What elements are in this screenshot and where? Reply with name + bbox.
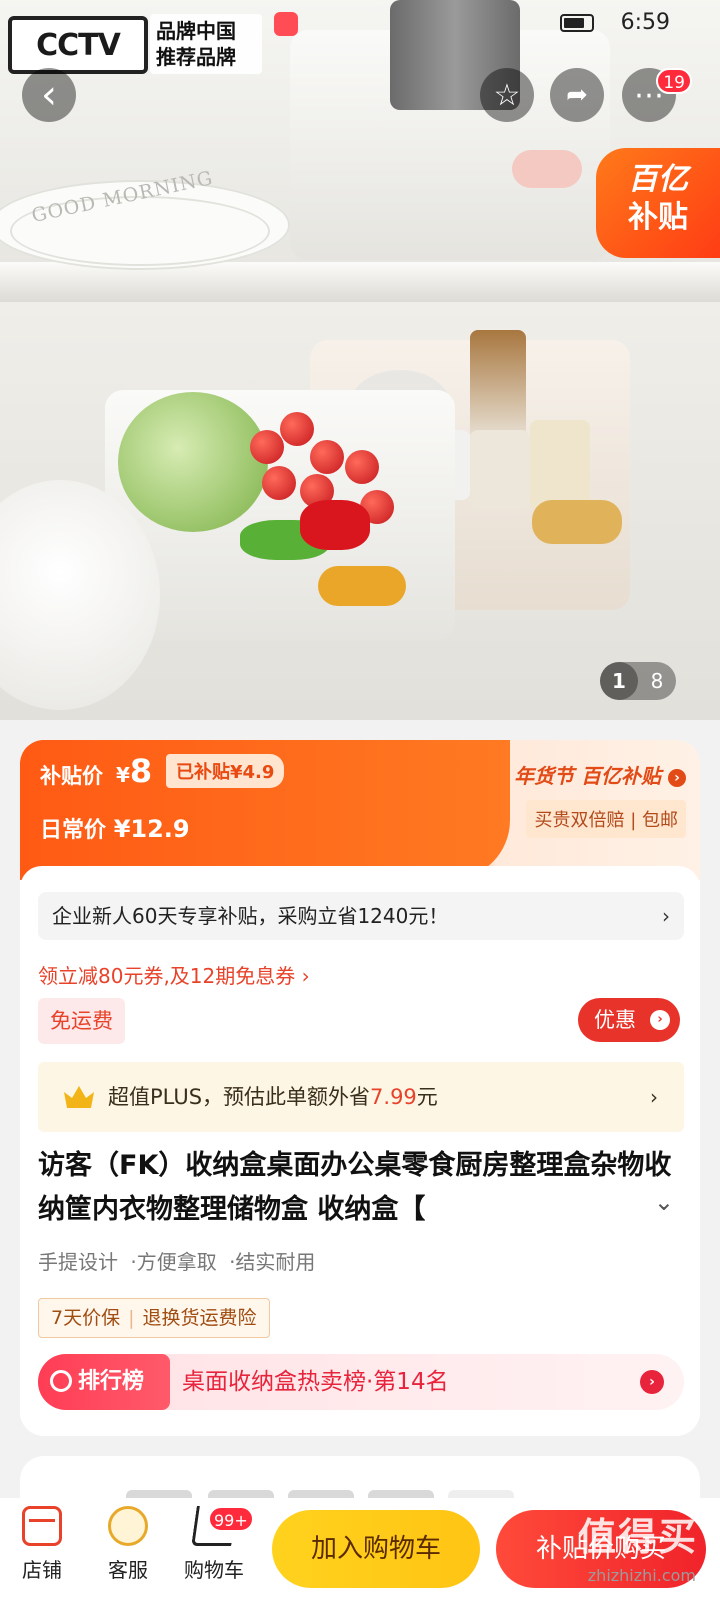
cart-count-badge: 99+ bbox=[208, 1506, 254, 1532]
image-pager: 1 8 bbox=[600, 662, 676, 700]
image-bottle bbox=[470, 330, 526, 440]
brand-badge-line1: 品牌中国 bbox=[156, 19, 236, 43]
status-time: 6:59 bbox=[620, 10, 670, 35]
product-title: 访客（FK）收纳盒桌面办公桌零食厨房整理盒杂物收纳筐内衣物整理储物盒 收纳盒【 bbox=[38, 1150, 672, 1225]
pager-total: 8 bbox=[650, 669, 664, 693]
subsidy-price-value: 8 bbox=[129, 752, 153, 790]
daily-price: 日常价 ¥12.9 bbox=[40, 812, 190, 844]
product-info-card: 补贴价 ¥8 已补贴¥4.9 日常价 ¥12.9 年货节 百亿补贴 › 买贵双倍… bbox=[20, 740, 700, 1436]
favorite-button[interactable]: ☆ bbox=[480, 68, 534, 122]
chevron-right-icon: › bbox=[650, 1010, 670, 1030]
price-promise: 买贵双倍赔 | 包邮 bbox=[526, 800, 686, 838]
customer-service-tab[interactable]: 客服 bbox=[88, 1506, 168, 1583]
chevron-right-icon: › bbox=[668, 768, 686, 787]
watermark-url: zhizhizhi.com bbox=[587, 1566, 696, 1585]
image-tomato bbox=[262, 466, 296, 500]
ranking-tag-label: 排行榜 bbox=[78, 1369, 145, 1394]
discount-button[interactable]: 优惠 › bbox=[578, 998, 680, 1042]
message-count-badge: 19 bbox=[656, 68, 692, 94]
festival-subsidy-link[interactable]: 年货节 百亿补贴 › bbox=[514, 760, 686, 789]
brand-badge-line2: 推荐品牌 bbox=[156, 45, 236, 69]
share-icon: ➦ bbox=[566, 80, 588, 110]
store-tab[interactable]: 店铺 bbox=[2, 1506, 82, 1583]
ranking-banner[interactable]: 排行榜 桌面收纳盒热卖榜·第14名 › bbox=[38, 1354, 684, 1410]
selling-point: ·结实耐用 bbox=[229, 1250, 316, 1274]
sticker-line1: 百亿 bbox=[628, 162, 688, 197]
enterprise-subsidy-banner[interactable]: 企业新人60天专享补贴，采购立省1240元！ › bbox=[38, 892, 684, 940]
image-tomato bbox=[250, 430, 284, 464]
image-bottle bbox=[470, 430, 530, 510]
share-button[interactable]: ➦ bbox=[550, 68, 604, 122]
chevron-left-icon: ‹ bbox=[41, 72, 57, 118]
subsidy-chip: 已补贴¥4.9 bbox=[166, 754, 285, 788]
divider: | bbox=[128, 1307, 135, 1329]
image-bottle bbox=[530, 420, 590, 510]
subsidy-sticker: 百亿 补贴 bbox=[596, 148, 720, 258]
expand-title-icon[interactable]: ⌄ bbox=[654, 1188, 674, 1216]
image-pepper bbox=[300, 500, 370, 550]
plus-amount: 7.99 bbox=[370, 1085, 417, 1109]
sticker-line2: 补贴 bbox=[628, 200, 688, 235]
crown-icon bbox=[64, 1086, 94, 1108]
plus-prefix: 超值PLUS，预估此单额外省 bbox=[108, 1085, 371, 1109]
guarantee-return-insurance: 退换货运费险 bbox=[142, 1307, 257, 1329]
chevron-right-icon: › bbox=[662, 904, 670, 928]
cctv-logo: CCTV bbox=[8, 16, 148, 74]
pager-current: 1 bbox=[600, 662, 638, 700]
store-label: 店铺 bbox=[22, 1558, 62, 1582]
trophy-icon bbox=[50, 1370, 72, 1392]
image-tomato bbox=[345, 450, 379, 484]
subsidy-price: ¥8 bbox=[116, 752, 152, 790]
subsidy-price-label: 补贴价 bbox=[40, 764, 103, 788]
selling-point: ·方便拿取 bbox=[130, 1250, 217, 1274]
image-tomato bbox=[310, 440, 344, 474]
chevron-right-icon: › bbox=[650, 1085, 658, 1109]
add-to-cart-button[interactable]: 加入购物车 bbox=[272, 1510, 480, 1588]
watermark-logo: 值得买 bbox=[577, 1515, 698, 1559]
service-label: 客服 bbox=[108, 1558, 148, 1582]
store-icon bbox=[22, 1506, 62, 1546]
coupon-link[interactable]: 领立减80元券,及12期免息券 › bbox=[38, 960, 310, 989]
app-notification-icon bbox=[274, 12, 298, 36]
chevron-right-icon: › bbox=[640, 1370, 664, 1394]
customer-service-icon bbox=[108, 1506, 148, 1546]
star-icon: ☆ bbox=[493, 77, 521, 113]
enterprise-text: 企业新人60天专享补贴，采购立省1240元！ bbox=[52, 904, 449, 928]
cart-label: 购物车 bbox=[184, 1558, 244, 1582]
back-button[interactable]: ‹ bbox=[22, 68, 76, 122]
discount-label: 优惠 bbox=[594, 1008, 636, 1032]
selling-points: 手提设计 ·方便拿取 ·结实耐用 bbox=[38, 1246, 321, 1275]
brand-china-badge: 品牌中国 推荐品牌 bbox=[150, 14, 262, 74]
plus-suffix: 元 bbox=[416, 1085, 438, 1109]
selling-point: 手提设计 bbox=[38, 1250, 118, 1274]
daily-price-label: 日常价 bbox=[40, 818, 107, 843]
product-image-carousel[interactable]: GOOD MORNING 6:59 CCTV 品牌中国 推荐品牌 ‹ ☆ ➦ ⋯ bbox=[0, 0, 720, 720]
details-panel: 企业新人60天专享补贴，采购立省1240元！ › 领立减80元券,及12期免息券… bbox=[20, 866, 700, 1436]
service-guarantee[interactable]: 7天价保 | 退换货运费险 bbox=[38, 1298, 270, 1338]
image-lettuce bbox=[118, 392, 268, 532]
image-tomato bbox=[280, 412, 314, 446]
battery-icon bbox=[560, 14, 594, 32]
daily-price-value: ¥12.9 bbox=[113, 815, 190, 843]
ranking-tag: 排行榜 bbox=[38, 1354, 170, 1410]
image-bin-handle bbox=[532, 500, 622, 544]
image-bin-handle bbox=[318, 566, 406, 606]
free-shipping-tag: 免运费 bbox=[38, 998, 125, 1044]
plus-savings-banner[interactable]: 超值PLUS，预估此单额外省7.99元 › bbox=[38, 1062, 684, 1132]
festival-text: 年货节 百亿补贴 bbox=[514, 764, 662, 788]
guarantee-price-protect: 7天价保 bbox=[51, 1307, 121, 1329]
image-bin-handle bbox=[512, 150, 582, 188]
ranking-text: 桌面收纳盒热卖榜·第14名 bbox=[182, 1369, 449, 1395]
currency-symbol: ¥ bbox=[116, 763, 130, 787]
